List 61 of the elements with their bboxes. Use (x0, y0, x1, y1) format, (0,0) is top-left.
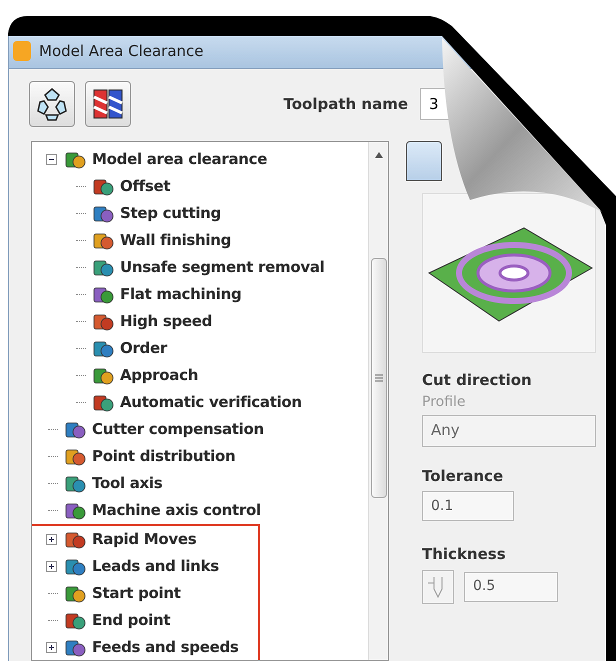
tolerance-heading: Tolerance (422, 466, 504, 486)
tree-item-label[interactable]: Approach (120, 364, 198, 387)
tree-item-label[interactable]: High speed (120, 310, 212, 333)
tree-item-icon (92, 338, 114, 358)
toolpath-name-label: Toolpath name (283, 94, 408, 115)
tree-item-label[interactable]: Cutter compensation (92, 418, 264, 441)
grip-icon (374, 374, 382, 382)
tree-item-label[interactable]: Tool axis (92, 472, 162, 495)
cut-direction-dropdown[interactable]: Any (422, 414, 596, 446)
tree-item-icon (92, 284, 114, 304)
recycle-icon-button[interactable] (29, 81, 75, 127)
pattern-icon-button[interactable] (85, 81, 131, 127)
tree-item-label[interactable]: Offset (120, 175, 170, 198)
tree-item-label[interactable]: End point (92, 609, 170, 632)
tree-item-label[interactable]: Start point (92, 582, 181, 605)
cut-direction-heading: Cut direction (422, 370, 533, 391)
thickness-field[interactable]: 0.5 (464, 572, 558, 602)
tree-item-icon (64, 584, 86, 604)
tree-item-icon (64, 638, 86, 658)
tree-item-icon (64, 610, 86, 630)
tree-item-label[interactable]: Flat machining (120, 283, 242, 306)
tree-item-icon (64, 150, 86, 170)
tree-item-icon (92, 258, 114, 278)
app-logo-icon (13, 41, 31, 61)
tree-item-label[interactable]: Automatic verification (120, 391, 302, 414)
tree-item-label[interactable]: Step cutting (120, 202, 221, 225)
tree-item-icon (92, 230, 114, 250)
tree-item-icon (64, 500, 86, 520)
tree-item-label[interactable]: Feeds and speeds (92, 636, 239, 659)
scrollbar-thumb[interactable] (370, 258, 386, 498)
tree-item-label[interactable]: Unsafe segment removal (120, 256, 324, 279)
tree-item-label[interactable]: Point distribution (92, 445, 236, 468)
profile-label: Profile (422, 392, 467, 412)
tree-item-icon (92, 204, 114, 224)
collapse-toggle-icon[interactable] (46, 154, 56, 165)
expand-toggle-icon[interactable] (46, 561, 56, 572)
tree-item-icon (92, 176, 114, 196)
tree-item-label[interactable]: Leads and links (92, 555, 219, 578)
tree-item-label[interactable]: Machine axis control (92, 499, 261, 522)
thickness-heading: Thickness (422, 544, 507, 565)
tree-item-icon (92, 366, 114, 386)
scrollbar[interactable] (368, 142, 388, 660)
expand-toggle-icon[interactable] (46, 642, 56, 653)
tree-item-icon (64, 556, 86, 576)
panel-tab[interactable] (406, 141, 442, 181)
tree-item-label[interactable]: Wall finishing (120, 229, 232, 252)
tolerance-field[interactable]: 0.1 (422, 491, 514, 521)
tree-item-icon (92, 312, 114, 332)
expand-toggle-icon[interactable] (46, 534, 56, 545)
window-title: Model Area Clearance (39, 40, 204, 62)
tree-item-icon (64, 420, 86, 440)
striped-panels-icon (91, 87, 125, 121)
tree-item-icon (64, 474, 86, 494)
tree-item-label[interactable]: Model area clearance (92, 148, 268, 171)
tree-item-icon (64, 530, 86, 550)
tree-item-icon (64, 446, 86, 466)
thickness-option-button[interactable] (422, 570, 454, 604)
tree-item-label[interactable]: Order (120, 337, 167, 360)
tree-item-label[interactable]: Rapid Moves (92, 528, 196, 551)
scroll-up-arrow-icon[interactable] (374, 152, 382, 158)
tree-item-icon (92, 392, 114, 412)
